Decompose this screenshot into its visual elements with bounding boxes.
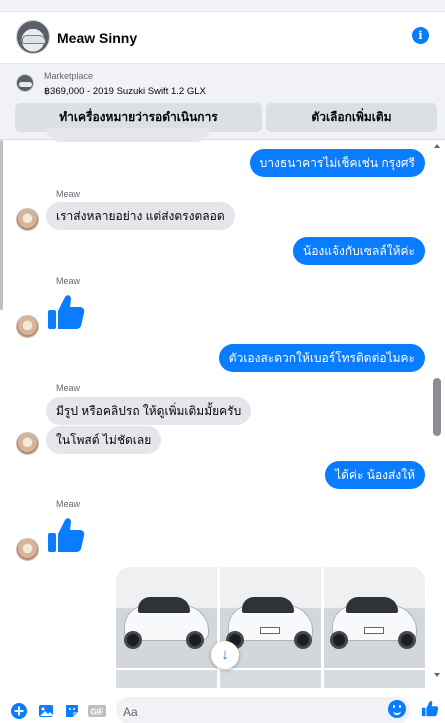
window-top-strip xyxy=(0,0,445,12)
sender-name: Meaw xyxy=(56,276,81,286)
listing-title[interactable]: ฿369,000 - 2019 Suzuki Swift 1.2 GLX xyxy=(44,86,206,97)
message-outgoing[interactable]: น้องแจ้งกับเซลล์ให้ค่ะ xyxy=(293,237,425,265)
thumbs-up-icon[interactable] xyxy=(46,516,86,556)
marketplace-label: Marketplace xyxy=(44,71,94,81)
car-window xyxy=(138,597,190,613)
sticker-icon[interactable] xyxy=(64,703,80,719)
chat-header: Meaw Sinny i xyxy=(0,12,445,64)
car-wheel xyxy=(294,631,312,649)
car-photo[interactable] xyxy=(116,567,217,668)
car-wheel xyxy=(124,631,142,649)
thumbs-up-send-icon[interactable] xyxy=(421,700,439,718)
message-outgoing[interactable]: ตัวเองสะดวกให้เบอร์โทรติดต่อไมคะ xyxy=(218,344,425,372)
partial-message-bubble xyxy=(46,128,210,142)
car-photo[interactable] xyxy=(324,567,425,668)
license-plate xyxy=(260,627,280,634)
car-wheel xyxy=(186,631,204,649)
car-photo[interactable] xyxy=(116,670,217,688)
photo-gallery xyxy=(116,567,425,688)
license-plate xyxy=(364,627,384,634)
image-icon[interactable] xyxy=(38,703,54,719)
listing-thumbnail[interactable] xyxy=(16,74,34,92)
message-incoming[interactable]: ในโพสต์ ไม่ชัดเลย xyxy=(46,426,162,454)
plus-circle-icon[interactable] xyxy=(11,703,27,719)
message-incoming[interactable]: เราส่งหลายอย่าง แต่ส่งตรงตลอด xyxy=(46,202,235,230)
message-incoming[interactable]: มีรูป หรือคลิปรถ ให้ดูเพิ่มเติมมั้ยครับ xyxy=(46,397,252,425)
car-photo[interactable] xyxy=(324,670,425,688)
scroll-up-arrow-icon[interactable] xyxy=(434,144,440,148)
car-photo[interactable] xyxy=(220,670,321,688)
message-outgoing[interactable]: ได้ค่ะ น้องส่งให้ xyxy=(325,461,425,489)
car-window xyxy=(346,597,398,613)
emoji-icon[interactable] xyxy=(388,700,406,718)
info-icon[interactable]: i xyxy=(412,27,429,44)
sender-name: Meaw xyxy=(56,499,81,509)
scrollbar-thumb[interactable] xyxy=(433,378,441,436)
thumbs-up-icon[interactable] xyxy=(46,293,86,333)
sender-name: Meaw xyxy=(56,189,81,199)
scroll-to-bottom-button[interactable]: ↓ xyxy=(211,641,239,669)
message-input[interactable] xyxy=(116,697,410,723)
sender-avatar[interactable] xyxy=(16,538,39,561)
car-window xyxy=(242,597,294,613)
message-input-placeholder: Aa xyxy=(123,705,138,719)
contact-avatar[interactable] xyxy=(16,20,50,54)
scroll-down-arrow-icon[interactable] xyxy=(434,673,440,677)
gif-icon[interactable]: GIF xyxy=(88,703,106,719)
car-wheel xyxy=(330,631,348,649)
sender-avatar[interactable] xyxy=(16,315,39,338)
sender-avatar[interactable] xyxy=(16,432,39,455)
sender-avatar[interactable] xyxy=(16,208,39,231)
car-icon xyxy=(22,35,46,44)
sender-name: Meaw xyxy=(56,383,81,393)
left-scrollbar[interactable] xyxy=(0,140,3,310)
contact-name[interactable]: Meaw Sinny xyxy=(57,30,137,46)
svg-text:GIF: GIF xyxy=(90,708,103,717)
car-icon xyxy=(19,82,32,87)
message-outgoing[interactable]: บางธนาคารไม่เช็คเช่น กรุงศรี xyxy=(249,149,425,177)
car-wheel xyxy=(398,631,416,649)
more-options-button[interactable]: ตัวเลือกเพิ่มเติม xyxy=(266,103,437,132)
